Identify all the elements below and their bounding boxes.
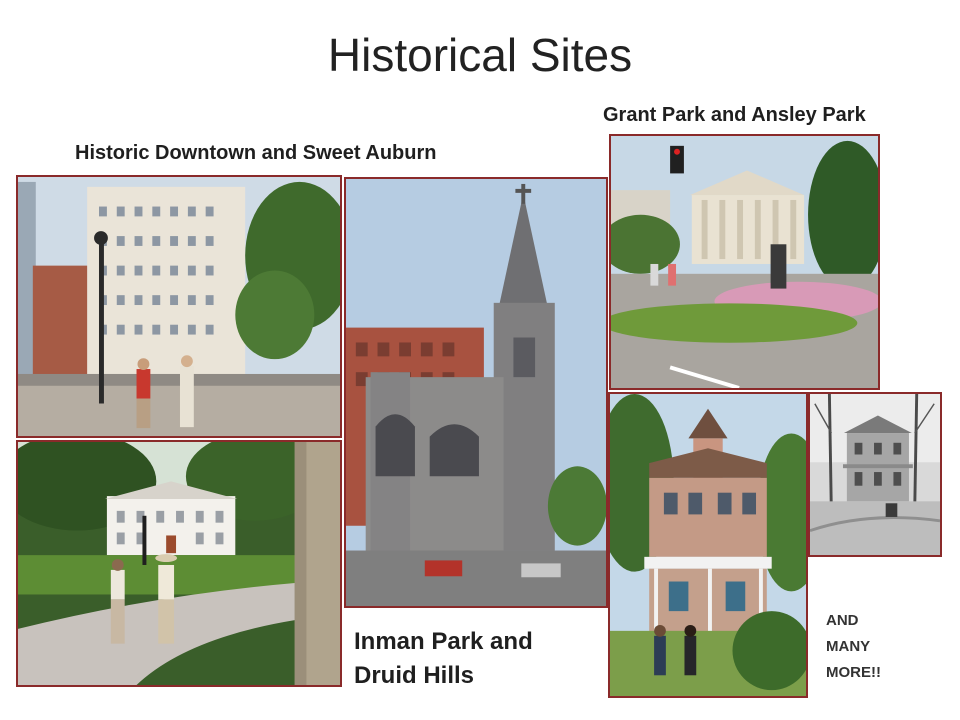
photo-white-mansion (16, 440, 342, 687)
caption-inman-park: Inman Park and Druid Hills (354, 625, 584, 693)
caption-more-line-2: MANY (826, 638, 871, 655)
photo-downtown-street (16, 175, 342, 438)
caption-inman-line-1: Inman Park and (354, 628, 533, 655)
caption-more-line-1: AND (826, 612, 859, 629)
photo-church (344, 177, 608, 608)
caption-and-many-more: AND MANY MORE!! (826, 608, 916, 686)
photo-historic-bw-house (808, 392, 942, 557)
photo-grant-park (609, 134, 880, 390)
slide-title: Historical Sites (327, 29, 633, 81)
caption-inman-line-2: Druid Hills (354, 662, 475, 689)
caption-grant-park: Grant Park and Ansley Park (603, 104, 866, 126)
caption-more-line-3: MORE!! (826, 664, 881, 681)
photo-victorian-house (608, 392, 808, 698)
caption-downtown: Historic Downtown and Sweet Auburn (75, 142, 437, 164)
